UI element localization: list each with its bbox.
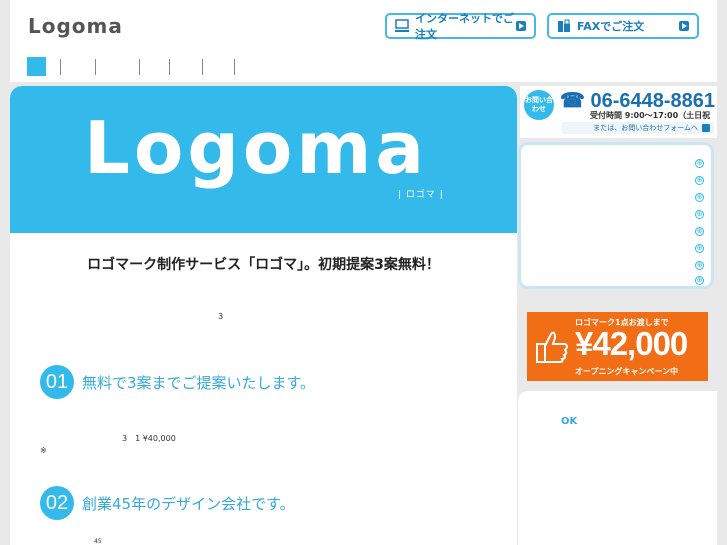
global-nav	[27, 57, 235, 76]
computer-icon	[395, 19, 409, 32]
years-note: 45	[94, 538, 102, 545]
campaign-bottom-text: オープニングキャンペーン中	[575, 367, 679, 376]
nav-item-5[interactable]	[170, 57, 202, 76]
price-note: 3 1 ¥40,000	[122, 434, 176, 443]
side-menu-item-icon[interactable]: ⊕	[695, 244, 704, 253]
contact-form-link[interactable]: または、お問い合わせフォームへ	[562, 122, 714, 134]
nav-item-3[interactable]	[96, 57, 139, 76]
contact-box: お問い合わせ ☎ 06-6448-8861 受付時間 9:00〜17:00（土日…	[520, 86, 717, 138]
arrow-right-icon	[679, 21, 689, 31]
campaign-banner[interactable]: ロゴマーク1点お渡しまで ¥42,000 オープニングキャンペーン中	[527, 312, 708, 381]
feature-number: 02	[40, 486, 74, 520]
nav-item-2[interactable]	[61, 57, 95, 76]
order-internet-label: インターネットでご注文	[415, 12, 514, 41]
side-menu-item-icon[interactable]: ⊕	[695, 227, 704, 236]
side-menu-item-icon[interactable]: ⊕	[695, 210, 704, 219]
news-ok-text: OK	[561, 416, 578, 427]
hero-kana: | ロゴマ |	[398, 190, 444, 200]
side-menu-item-icon[interactable]: ⊕	[695, 176, 704, 185]
thumbs-up-icon	[536, 331, 568, 363]
nav-item-6[interactable]	[203, 57, 234, 76]
news-box: OK	[518, 391, 717, 545]
contact-badge: お問い合わせ	[524, 90, 554, 120]
site-header: Logoma インターネットでご注文 FAXでご注文	[10, 0, 717, 82]
brand-logo[interactable]: Logoma	[28, 14, 123, 38]
feature-title: 無料で3案までご提案いたします。	[82, 373, 316, 392]
contact-form-label: または、お問い合わせフォームへ	[593, 124, 698, 132]
feature-02: 02 創業45年のデザイン会社です。	[40, 486, 295, 520]
feature-number: 01	[40, 365, 74, 399]
hero-banner: Logoma | ロゴマ |	[10, 86, 517, 233]
side-menu-item-icon[interactable]: ⊕	[695, 193, 704, 202]
side-menu-item-icon[interactable]: ⊕	[695, 276, 704, 285]
campaign-price: ¥42,000	[575, 325, 688, 362]
asterisk-note: ※	[40, 446, 47, 455]
order-fax-button[interactable]: FAXでご注文	[547, 13, 699, 39]
nav-home[interactable]	[27, 57, 46, 76]
arrow-right-icon	[516, 21, 526, 31]
order-internet-button[interactable]: インターネットでご注文	[385, 12, 536, 41]
side-menu: ⊕ ⊕ ⊕ ⊕ ⊕ ⊕ ⊕ ⊕	[518, 142, 714, 289]
page-title: ロゴマーク制作サービス「ロゴマ」。初期提案3案無料！	[87, 257, 440, 273]
feature-title: 創業45年のデザイン会社です。	[82, 494, 295, 513]
nav-item-1[interactable]	[46, 57, 60, 76]
feature-01: 01 無料で3案までご提案いたします。	[40, 365, 315, 399]
hero-logo: Logoma	[84, 106, 428, 190]
nav-divider	[234, 58, 235, 75]
side-menu-item-icon[interactable]: ⊕	[695, 159, 704, 168]
main-content: Logoma | ロゴマ | ロゴマーク制作サービス「ロゴマ」。初期提案3案無料…	[10, 86, 517, 545]
arrow-right-icon	[702, 124, 710, 132]
order-fax-label: FAXでご注文	[577, 20, 645, 33]
note-text: 3	[218, 312, 224, 321]
side-menu-item-icon[interactable]: ⊕	[695, 261, 704, 270]
fax-icon	[558, 19, 570, 32]
nav-item-4[interactable]	[140, 57, 169, 76]
